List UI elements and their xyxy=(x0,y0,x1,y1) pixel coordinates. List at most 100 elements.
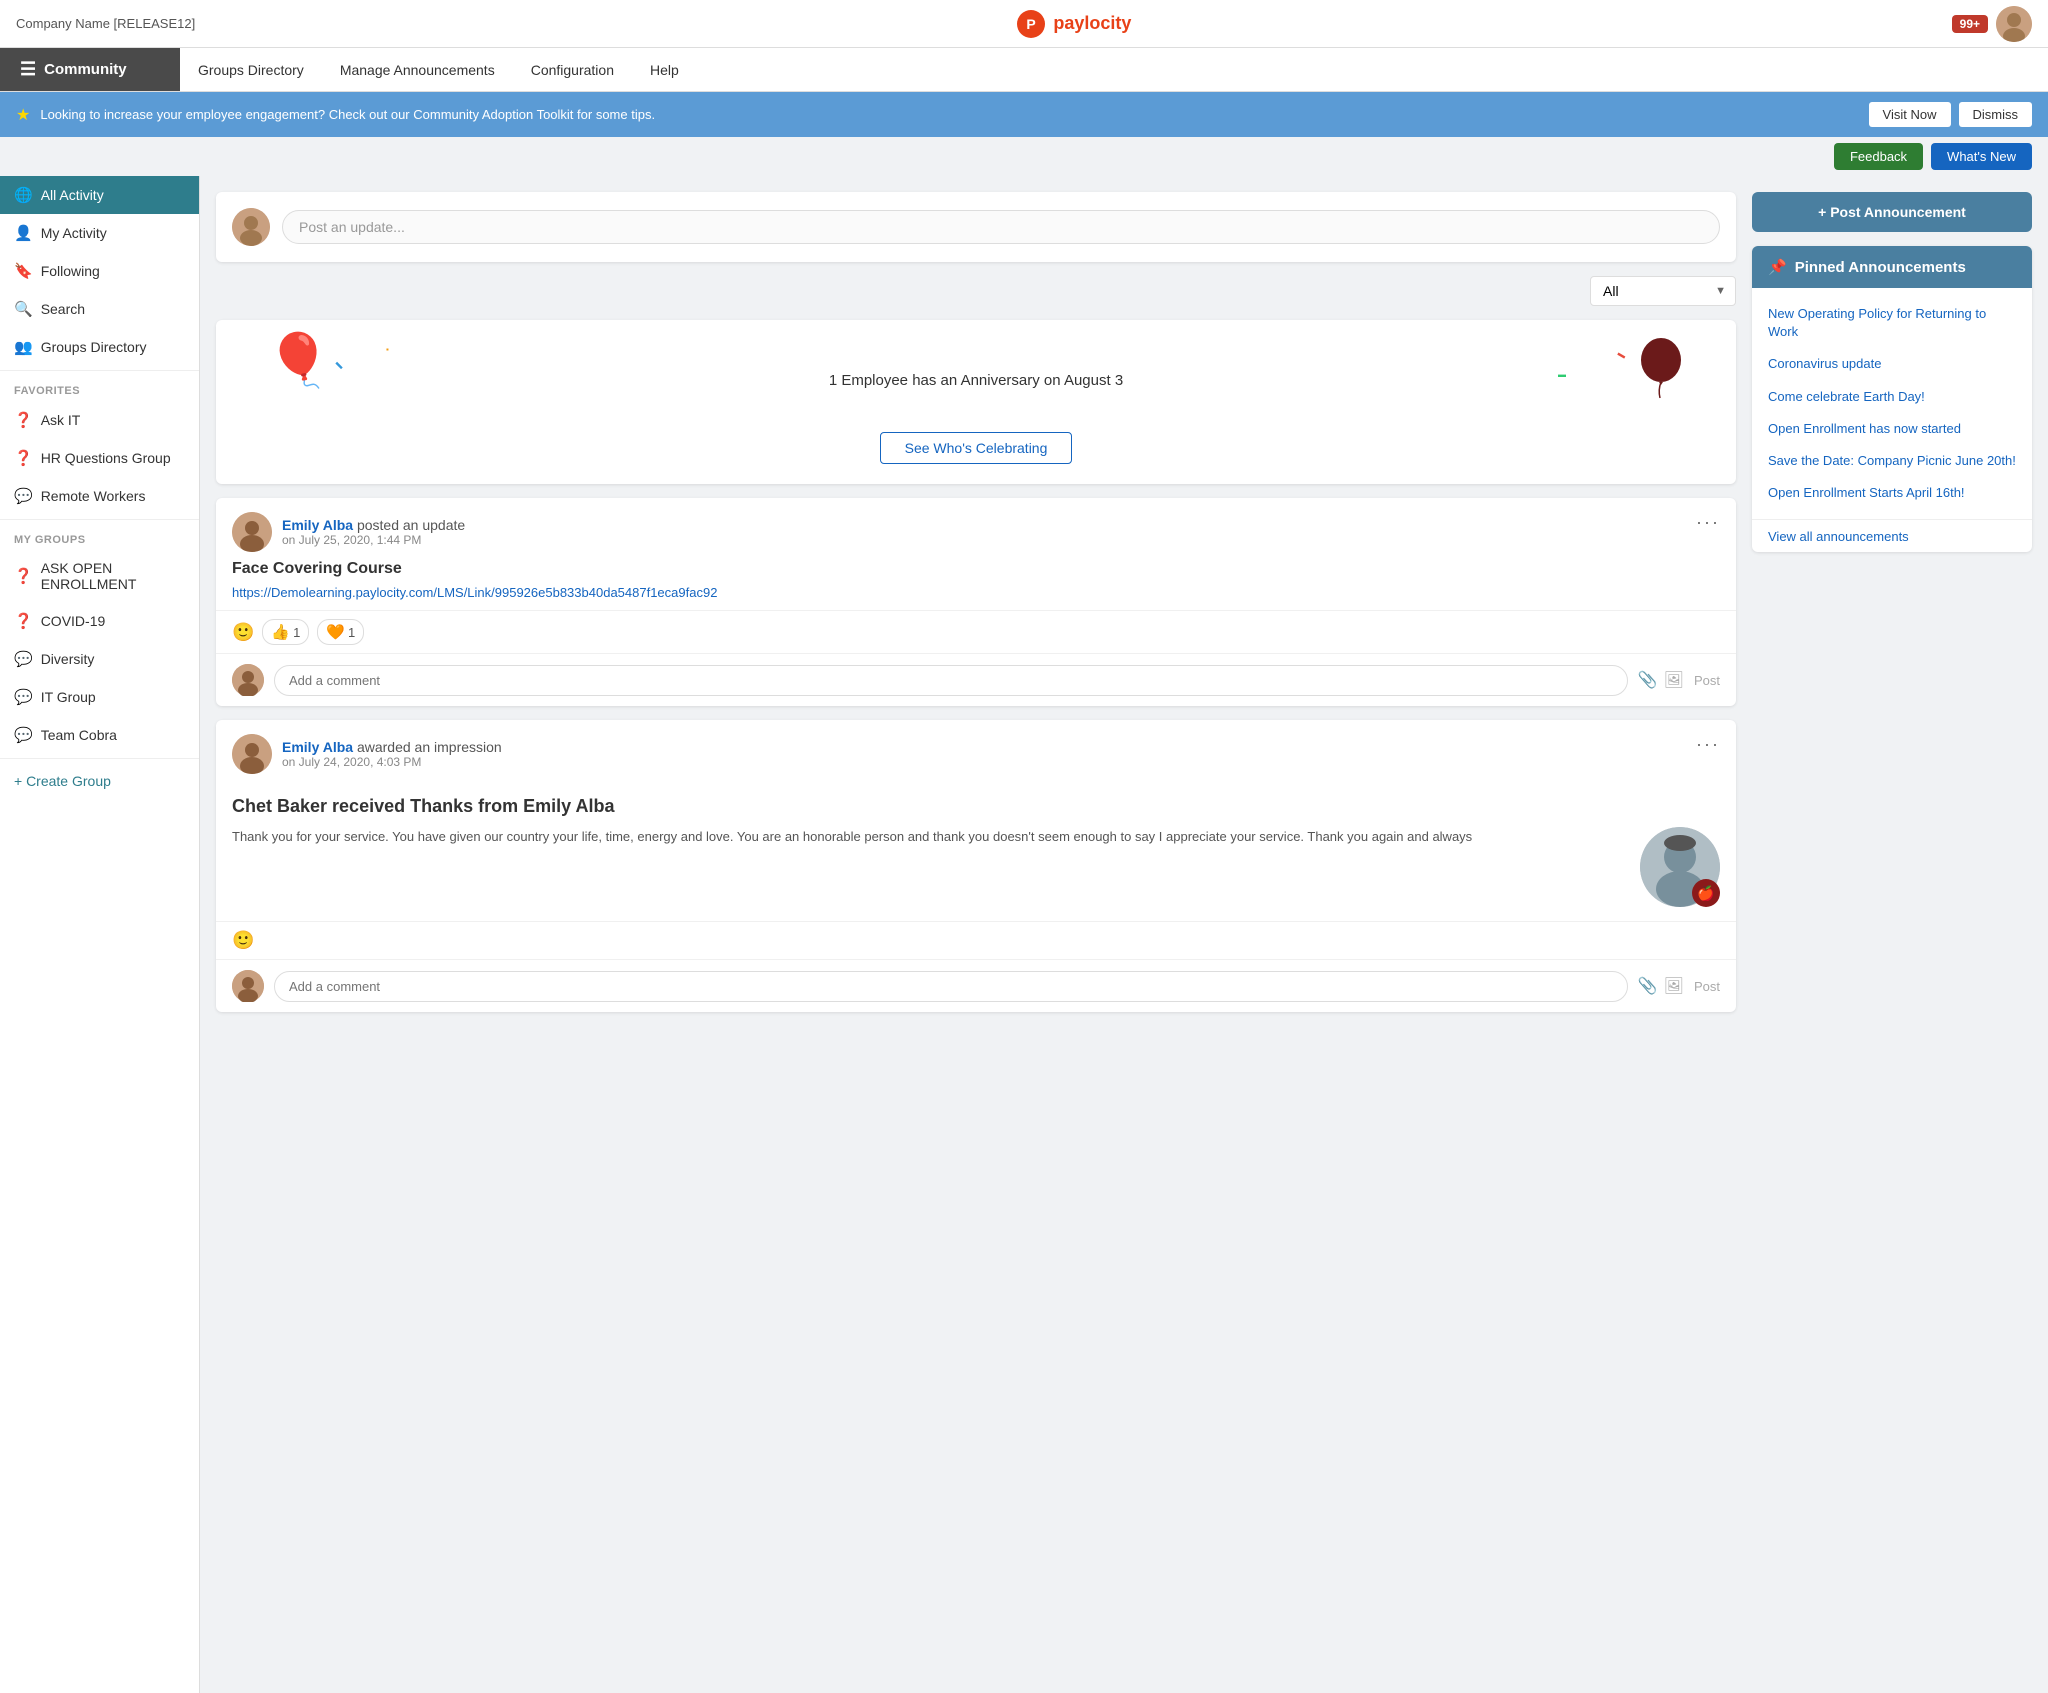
content-area: Post an update... All Updates Announceme… xyxy=(200,176,2048,1693)
remote-workers-icon: 💬 xyxy=(14,487,33,505)
sidebar-item-groups-directory[interactable]: 👥 Groups Directory xyxy=(0,328,199,366)
sidebar-item-diversity[interactable]: 💬 Diversity xyxy=(0,640,199,678)
feedback-button[interactable]: Feedback xyxy=(1834,143,1923,170)
my-groups-label: MY GROUPS xyxy=(0,524,199,550)
pinned-link-2[interactable]: Come celebrate Earth Day! xyxy=(1768,388,2016,406)
post-action-2: awarded an impression xyxy=(357,739,502,755)
hamburger-icon[interactable]: ☰ xyxy=(20,59,36,80)
attachment-icon-2[interactable]: 📎 xyxy=(1638,976,1658,996)
sidebar-item-ask-open-enrollment[interactable]: ❓ ASK OPEN ENROLLMENT xyxy=(0,550,199,602)
sidebar-label-covid19: COVID-19 xyxy=(41,613,106,629)
reaction-add-1[interactable]: 🙂 xyxy=(232,622,254,643)
reaction-add-2[interactable]: 🙂 xyxy=(232,930,254,951)
reaction-heart-1[interactable]: 🧡 1 xyxy=(317,619,364,645)
post-announcement-button[interactable]: + Post Announcement xyxy=(1752,192,2032,232)
sidebar-item-following[interactable]: 🔖 Following xyxy=(0,252,199,290)
nav-help[interactable]: Help xyxy=(632,48,697,91)
sidebar-item-team-cobra[interactable]: 💬 Team Cobra xyxy=(0,716,199,754)
comment-avatar-image-2 xyxy=(232,970,264,1002)
impression-content: Thank you for your service. You have giv… xyxy=(232,827,1720,907)
comment-post-btn-1[interactable]: Post xyxy=(1694,673,1720,688)
nav-manage-announcements[interactable]: Manage Announcements xyxy=(322,48,513,91)
main-layout: 🌐 All Activity 👤 My Activity 🔖 Following… xyxy=(0,176,2048,1693)
thumbsup-count-1: 1 xyxy=(293,625,300,640)
visit-now-button[interactable]: Visit Now xyxy=(1869,102,1951,127)
maroon-balloon-svg xyxy=(1636,335,1686,405)
sidebar-item-it-group[interactable]: 💬 IT Group xyxy=(0,678,199,716)
pinned-item-4[interactable]: Save the Date: Company Picnic June 20th! xyxy=(1752,445,2032,477)
emily-alba-name-2[interactable]: Emily Alba xyxy=(282,739,353,755)
see-celebrating-button[interactable]: See Who's Celebrating xyxy=(880,432,1073,464)
comment-input-1[interactable] xyxy=(274,665,1628,696)
sidebar-item-hr-questions[interactable]: ❓ HR Questions Group xyxy=(0,439,199,477)
right-panel: + Post Announcement 📌 Pinned Announcemen… xyxy=(1752,192,2032,1677)
nav-configuration[interactable]: Configuration xyxy=(513,48,632,91)
nav-groups-directory[interactable]: Groups Directory xyxy=(180,48,322,91)
impression-avatar-wrap: 🍎 xyxy=(1640,827,1720,907)
image-icon-1[interactable]: 🖼 xyxy=(1664,670,1684,690)
sidebar-item-all-activity[interactable]: 🌐 All Activity xyxy=(0,176,199,214)
pinned-announcements-section: 📌 Pinned Announcements New Operating Pol… xyxy=(1752,246,2032,552)
community-nav[interactable]: ☰ Community xyxy=(0,48,180,91)
comment-input-2[interactable] xyxy=(274,971,1628,1002)
notification-badge[interactable]: 99+ xyxy=(1952,15,1988,33)
logo-text: paylocity xyxy=(1053,13,1131,34)
more-options-2[interactable]: ··· xyxy=(1696,734,1720,755)
comment-post-btn-2[interactable]: Post xyxy=(1694,979,1720,994)
sidebar-item-remote-workers[interactable]: 💬 Remote Workers xyxy=(0,477,199,515)
pinned-item-1[interactable]: Coronavirus update xyxy=(1752,348,2032,380)
reactions-2: 🙂 xyxy=(216,921,1736,959)
sidebar-label-hr-questions: HR Questions Group xyxy=(41,450,171,466)
feed-card-1-body: Face Covering Course https://Demolearnin… xyxy=(216,560,1736,610)
activity-filter-select[interactable]: All Updates Announcements xyxy=(1590,276,1736,306)
whats-new-button[interactable]: What's New xyxy=(1931,143,2032,170)
pinned-item-2[interactable]: Come celebrate Earth Day! xyxy=(1752,381,2032,413)
image-icon-2[interactable]: 🖼 xyxy=(1664,976,1684,996)
confetti-4: ▬ xyxy=(1558,370,1566,379)
star-icon: ★ xyxy=(16,105,30,125)
pinned-link-3[interactable]: Open Enrollment has now started xyxy=(1768,420,2016,438)
view-all-announcements[interactable]: View all announcements xyxy=(1752,519,2032,552)
sidebar-item-search[interactable]: 🔍 Search xyxy=(0,290,199,328)
feed-card-2-user-name: Emily Alba awarded an impression xyxy=(282,739,502,755)
feed-card-1-user-info: Emily Alba posted an update on July 25, … xyxy=(232,512,465,552)
pinned-link-5[interactable]: Open Enrollment Starts April 16th! xyxy=(1768,484,2016,502)
attachment-icon-1[interactable]: 📎 xyxy=(1638,670,1658,690)
sidebar-item-ask-it[interactable]: ❓ Ask IT xyxy=(0,401,199,439)
company-name: Company Name [RELEASE12] xyxy=(16,16,195,31)
post-update-box: Post an update... xyxy=(216,192,1736,262)
create-group-label: + Create Group xyxy=(14,773,111,789)
groups-icon: 👥 xyxy=(14,338,33,356)
dismiss-button[interactable]: Dismiss xyxy=(1959,102,2033,127)
confetti-2: ▬ xyxy=(334,358,346,370)
post-timestamp-1: on July 25, 2020, 1:44 PM xyxy=(282,533,465,547)
feed-card-2: Emily Alba awarded an impression on July… xyxy=(216,720,1736,1012)
comment-area-2: 📎 🖼 Post xyxy=(216,959,1736,1012)
post-update-input[interactable]: Post an update... xyxy=(282,210,1720,244)
create-group-button[interactable]: + Create Group xyxy=(0,763,199,799)
pinned-link-4[interactable]: Save the Date: Company Picnic June 20th! xyxy=(1768,452,2016,470)
current-user-avatar xyxy=(232,208,270,246)
sidebar-item-covid19[interactable]: ❓ COVID-19 xyxy=(0,602,199,640)
emily-meta-2: Emily Alba awarded an impression on July… xyxy=(282,739,502,769)
sidebar-label-it-group: IT Group xyxy=(41,689,96,705)
bookmark-icon: 🔖 xyxy=(14,262,33,280)
pinned-item-0[interactable]: New Operating Policy for Returning to Wo… xyxy=(1752,298,2032,348)
comment-avatar-image-1 xyxy=(232,664,264,696)
pinned-item-3[interactable]: Open Enrollment has now started xyxy=(1752,413,2032,445)
user-avatar[interactable] xyxy=(1996,6,2032,42)
view-all-link[interactable]: View all announcements xyxy=(1768,529,1909,544)
comment-icons-2: 📎 🖼 xyxy=(1638,976,1684,996)
pinned-link-0[interactable]: New Operating Policy for Returning to Wo… xyxy=(1768,305,2016,341)
feed-card-1-user-name: Emily Alba posted an update xyxy=(282,517,465,533)
pinned-link-1[interactable]: Coronavirus update xyxy=(1768,355,2016,373)
post-link-1[interactable]: https://Demolearning.paylocity.com/LMS/L… xyxy=(232,585,717,600)
comment-avatar-1 xyxy=(232,664,264,696)
pinned-item-5[interactable]: Open Enrollment Starts April 16th! xyxy=(1752,477,2032,509)
sidebar-item-my-activity[interactable]: 👤 My Activity xyxy=(0,214,199,252)
emily-alba-name-1[interactable]: Emily Alba xyxy=(282,517,353,533)
more-options-1[interactable]: ··· xyxy=(1696,512,1720,533)
reaction-thumbsup-1[interactable]: 👍 1 xyxy=(262,619,309,645)
banner-left: ★ Looking to increase your employee enga… xyxy=(16,105,655,125)
post-action-1: posted an update xyxy=(357,517,465,533)
